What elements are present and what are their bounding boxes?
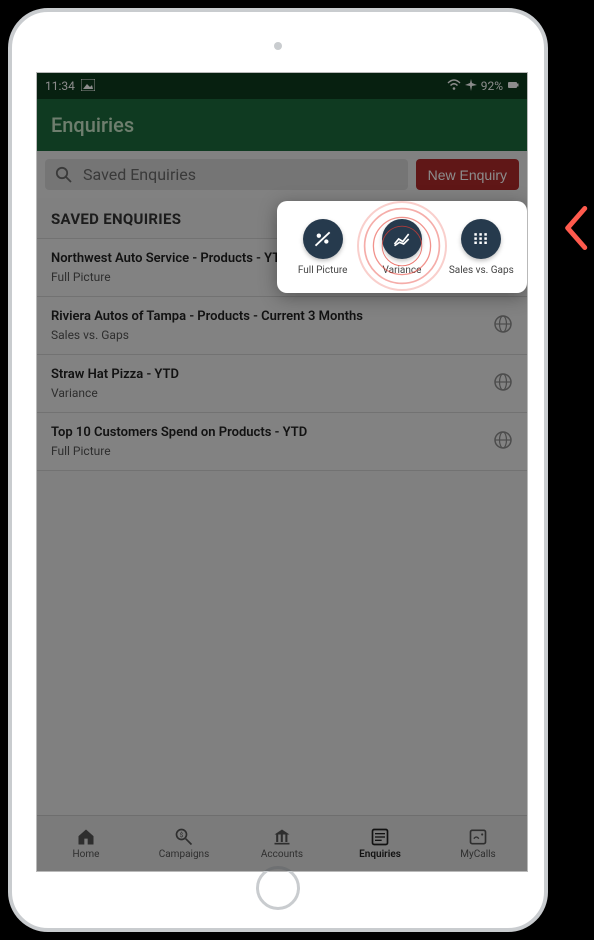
nav-accounts[interactable]: Accounts: [233, 816, 331, 871]
search-icon: [55, 166, 73, 184]
option-full-picture[interactable]: Full Picture: [284, 219, 362, 276]
device-screen: 11:34 92% Enquiries: [36, 72, 528, 872]
list-item[interactable]: Riviera Autos of Tampa - Products - Curr…: [37, 296, 527, 354]
home-button[interactable]: [256, 866, 300, 910]
list-item-sub: Variance: [51, 386, 493, 400]
nav-label: Campaigns: [159, 849, 210, 860]
full-picture-icon: [303, 219, 343, 259]
tablet-frame: 11:34 92% Enquiries: [8, 8, 548, 932]
option-variance[interactable]: Variance: [363, 219, 441, 276]
campaigns-icon: $: [174, 827, 194, 847]
status-time: 11:34: [45, 79, 75, 93]
svg-text:$: $: [180, 831, 184, 839]
enquiry-type-popover: Full Picture Variance Sales vs. Gaps: [277, 201, 527, 293]
bottom-nav: Home $ Campaigns Accounts Enquiries MyCa…: [37, 815, 527, 871]
list-item-title: Top 10 Customers Spend on Products - YTD: [51, 425, 493, 440]
nav-label: Accounts: [261, 849, 303, 860]
enquiries-icon: [370, 827, 390, 847]
search-placeholder: Saved Enquiries: [83, 165, 196, 184]
variance-icon: [382, 219, 422, 259]
search-input[interactable]: Saved Enquiries: [45, 159, 408, 190]
nav-campaigns[interactable]: $ Campaigns: [135, 816, 233, 871]
accounts-icon: [272, 827, 292, 847]
camera-dot: [274, 42, 282, 50]
picture-icon: [81, 79, 95, 94]
globe-icon: [493, 430, 513, 454]
option-label: Variance: [383, 265, 422, 276]
battery-icon: [507, 79, 519, 94]
airplane-icon: [465, 79, 477, 94]
mycalls-icon: [468, 827, 488, 847]
status-bar: 11:34 92%: [37, 73, 527, 99]
nav-home[interactable]: Home: [37, 816, 135, 871]
nav-enquiries[interactable]: Enquiries: [331, 816, 429, 871]
sales-gaps-icon: [461, 219, 501, 259]
option-label: Sales vs. Gaps: [449, 265, 514, 276]
list-item[interactable]: Straw Hat Pizza - YTD Variance: [37, 354, 527, 412]
nav-label: Enquiries: [359, 849, 401, 860]
list-item-sub: Sales vs. Gaps: [51, 328, 493, 342]
list-item-title: Straw Hat Pizza - YTD: [51, 367, 493, 382]
option-sales-vs-gaps[interactable]: Sales vs. Gaps: [442, 219, 520, 276]
nav-mycalls[interactable]: MyCalls: [429, 816, 527, 871]
toolbar: Saved Enquiries New Enquiry: [37, 151, 527, 198]
list-item[interactable]: Top 10 Customers Spend on Products - YTD…: [37, 412, 527, 471]
globe-icon: [493, 314, 513, 338]
nav-label: Home: [73, 849, 100, 860]
page-title: Enquiries: [51, 113, 134, 137]
battery-percent: 92%: [481, 79, 503, 93]
list-item-title: Riviera Autos of Tampa - Products - Curr…: [51, 309, 493, 324]
globe-icon: [493, 372, 513, 396]
option-label: Full Picture: [298, 265, 348, 276]
nav-label: MyCalls: [460, 849, 495, 860]
tutorial-chevron-icon: [560, 206, 590, 254]
home-icon: [76, 827, 96, 847]
list-item-sub: Full Picture: [51, 444, 493, 458]
app-header: Enquiries: [37, 99, 527, 151]
new-enquiry-button[interactable]: New Enquiry: [416, 159, 519, 190]
wifi-icon: [447, 79, 461, 94]
